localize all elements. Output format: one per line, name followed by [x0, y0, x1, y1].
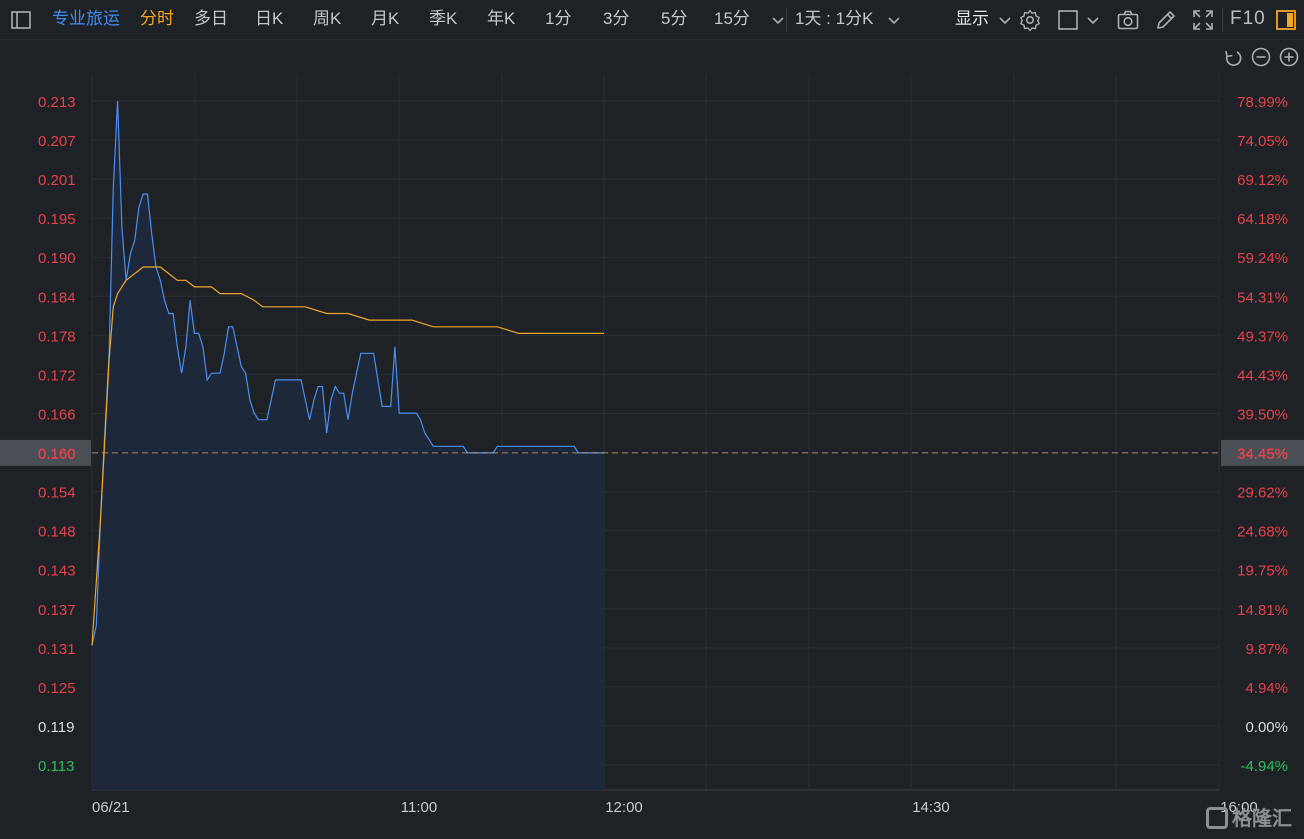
- x-axis: 06/21 11:00 12:00 14:30 16:00: [92, 799, 1258, 816]
- y-tick-label: 0.131: [38, 641, 76, 658]
- multi-period-chevron-icon[interactable]: [882, 8, 900, 32]
- zoom-out-icon[interactable]: [1251, 47, 1271, 67]
- y-tick-label-right: 74.05%: [1237, 133, 1288, 150]
- reset-icon[interactable]: [1225, 50, 1242, 66]
- y-tick-label-right: 69.12%: [1237, 172, 1288, 189]
- y-tick-label: 0.213: [38, 94, 76, 111]
- y-tick-label: 0.184: [38, 289, 76, 306]
- y-tick-label-right: 29.62%: [1237, 485, 1288, 502]
- multi-period-select[interactable]: 1天 : 1分K: [795, 0, 873, 40]
- tab-yearly-k[interactable]: 年K: [487, 0, 515, 40]
- toolbar: 专业旅运 分时 多日 日K 周K 月K 季K 年K 1分 3分 5分 15分 1…: [0, 0, 1304, 40]
- toolbar-divider-2: [1222, 8, 1223, 32]
- y-tick-label: 0.178: [38, 328, 76, 345]
- y-tick-label: 0.119: [38, 719, 74, 736]
- square-icon[interactable]: [1056, 8, 1080, 32]
- tab-15min[interactable]: 15分: [714, 0, 750, 40]
- tab-daily-k[interactable]: 日K: [255, 0, 283, 40]
- y-tick-label: 0.113: [38, 758, 74, 775]
- tab-multi-day[interactable]: 多日: [194, 0, 228, 40]
- tab-1min[interactable]: 1分: [545, 0, 571, 40]
- y-tick-label-right: 0.00%: [1245, 719, 1288, 736]
- y-tick-label-right: 19.75%: [1237, 563, 1288, 580]
- x-tick-label: 14:30: [912, 799, 950, 816]
- square-chevron-icon[interactable]: [1081, 8, 1099, 32]
- y-tick-label-right: 64.18%: [1237, 211, 1288, 228]
- sidebar-toggle-icon[interactable]: [9, 8, 33, 32]
- pencil-icon[interactable]: [1154, 8, 1178, 32]
- x-tick-label: 12:00: [605, 799, 643, 816]
- y-axis-left: 0.213 0.207 0.201 0.195 0.190 0.184 0.178 0.172…: [38, 94, 76, 775]
- intraday-chart[interactable]: 0.160 34.45% 0.213 0.207 0.201 0.195 0.190 0.1…: [0, 40, 1304, 839]
- y-tick-label-right: 14.81%: [1237, 602, 1288, 619]
- y-tick-label: 0.172: [38, 367, 76, 384]
- panel-toggle-icon[interactable]: [1274, 8, 1298, 32]
- x-tick-label: 06/21: [92, 799, 130, 816]
- y-tick-label-right: 54.31%: [1237, 289, 1288, 306]
- watermark-logo: 格隆汇: [1206, 805, 1292, 833]
- y-tick-label-right: 78.99%: [1237, 94, 1288, 111]
- y-tick-label: 0.166: [38, 406, 76, 423]
- y-tick-label: 0.143: [38, 563, 76, 580]
- x-tick-label: 11:00: [401, 799, 437, 816]
- y-tick-label: 0.148: [38, 524, 76, 541]
- camera-icon[interactable]: [1116, 8, 1140, 32]
- zoom-in-icon[interactable]: [1279, 47, 1299, 67]
- tab-5min[interactable]: 5分: [661, 0, 687, 40]
- y-tick-label-right: 39.50%: [1237, 406, 1288, 423]
- y-tick-label-right: 49.37%: [1237, 328, 1288, 345]
- toolbar-divider: [786, 8, 787, 32]
- y-tick-label: 0.160: [38, 446, 76, 463]
- chart-controls: [1225, 47, 1299, 67]
- y-tick-label-right: 9.87%: [1245, 641, 1288, 658]
- y-tick-label-right: 24.68%: [1237, 524, 1288, 541]
- tab-intraday[interactable]: 分时: [140, 0, 174, 40]
- tab-3min[interactable]: 3分: [603, 0, 629, 40]
- price-area-layer: [92, 101, 604, 790]
- y-tick-label: 0.195: [38, 211, 76, 228]
- price-area: [92, 101, 604, 790]
- y-tick-label: 0.201: [38, 172, 76, 189]
- tab-weekly-k[interactable]: 周K: [313, 0, 341, 40]
- y-tick-label: 0.207: [38, 133, 76, 150]
- settings-gear-icon[interactable]: [1018, 8, 1042, 32]
- stock-name[interactable]: 专业旅运: [52, 0, 120, 40]
- y-tick-label: 0.154: [38, 485, 76, 502]
- y-tick-label-right: 44.43%: [1237, 367, 1288, 384]
- y-tick-label: 0.137: [38, 602, 76, 619]
- fullscreen-icon[interactable]: [1191, 8, 1215, 32]
- y-tick-label: 0.190: [38, 250, 76, 267]
- tab-quarterly-k[interactable]: 季K: [429, 0, 457, 40]
- display-menu[interactable]: 显示: [955, 0, 989, 40]
- display-chevron-icon[interactable]: [993, 8, 1011, 32]
- tab-monthly-k[interactable]: 月K: [371, 0, 399, 40]
- y-tick-label-right: 59.24%: [1237, 250, 1288, 267]
- y-tick-label-right: -4.94%: [1240, 758, 1288, 775]
- more-periods-chevron-icon[interactable]: [766, 8, 784, 32]
- chart-canvas[interactable]: 0.160 34.45% 0.213 0.207 0.201 0.195 0.190 0.1…: [0, 40, 1304, 839]
- y-tick-label-right: 4.94%: [1245, 680, 1288, 697]
- y-axis-right: 78.99% 74.05% 69.12% 64.18% 59.24% 54.31% 49.3…: [1237, 94, 1288, 775]
- watermark-text: 格隆汇: [1232, 808, 1292, 830]
- y-tick-label-right: 34.45%: [1237, 446, 1288, 463]
- f10-button[interactable]: F10: [1230, 0, 1266, 40]
- y-tick-label: 0.125: [38, 680, 76, 697]
- logo-g-icon: [1206, 807, 1228, 829]
